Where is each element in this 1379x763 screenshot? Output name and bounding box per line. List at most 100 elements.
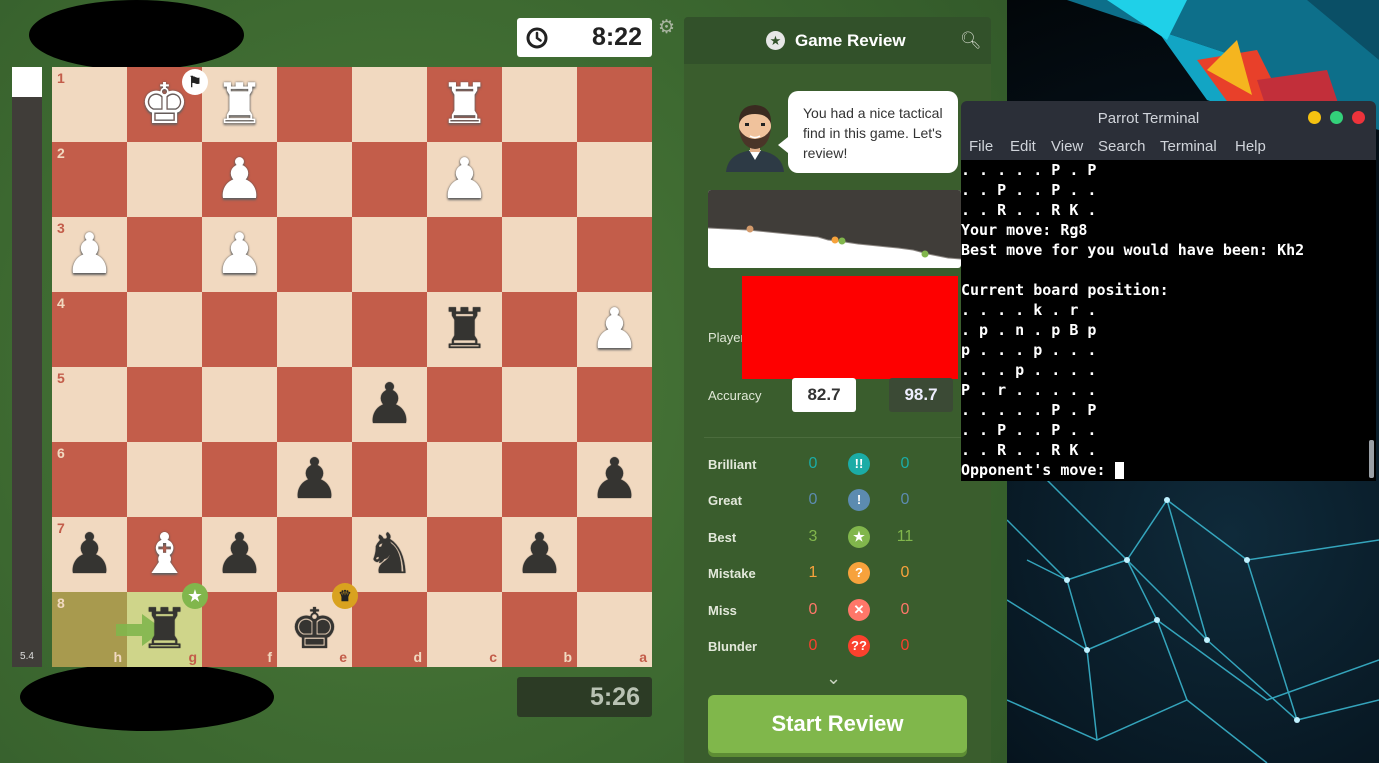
square-c7[interactable]: [427, 517, 502, 592]
square-f6[interactable]: [202, 442, 277, 517]
square-g4[interactable]: [127, 292, 202, 367]
white-pawn-c2[interactable]: ♟: [427, 142, 502, 217]
graph-marker[interactable]: [746, 225, 754, 233]
square-g2[interactable]: [127, 142, 202, 217]
square-d2[interactable]: [352, 142, 427, 217]
black-pawn-e6[interactable]: ♟: [277, 442, 352, 517]
white-count: 0: [808, 455, 818, 472]
square-h2[interactable]: 2: [52, 142, 127, 217]
rank-label: 2: [57, 145, 65, 161]
black-rook-c4[interactable]: ♜: [427, 292, 502, 367]
start-review-button[interactable]: Start Review: [708, 695, 967, 753]
black-pawn-f7[interactable]: ♟: [202, 517, 277, 592]
terminal-cursor: [1114, 462, 1124, 479]
white-pawn-f2[interactable]: ♟: [202, 142, 277, 217]
chevron-down-icon[interactable]: ⌄: [826, 668, 841, 689]
graph-marker[interactable]: [838, 237, 846, 245]
terminal-prompt[interactable]: Opponent's move:: [961, 460, 1366, 480]
square-b6[interactable]: [502, 442, 577, 517]
square-h4[interactable]: 4: [52, 292, 127, 367]
opponent-clock: 8:22: [517, 18, 652, 57]
square-a2[interactable]: [577, 142, 652, 217]
square-d8[interactable]: d: [352, 592, 427, 667]
square-e5[interactable]: [277, 367, 352, 442]
square-f4[interactable]: [202, 292, 277, 367]
terminal-menu-terminal[interactable]: Terminal: [1160, 138, 1217, 155]
gear-icon[interactable]: ⚙: [658, 16, 675, 39]
square-b2[interactable]: [502, 142, 577, 217]
blunder-icon: ??: [848, 635, 870, 657]
classification-label: Blunder: [708, 639, 758, 654]
white-rook-c1[interactable]: ♜: [427, 67, 502, 142]
chess-board[interactable]: 1 2 3 4 5 6 7 8 h g f e d c b a ♚ ♜ ♜ ♟ ♟ ♟ ♟ ♜ ♟ ♟ ♟ ♟ ♟ ♝ ♟ ♞ ♟ ♜ ♚ ⚑ ★ ♛: [52, 67, 652, 667]
square-e2[interactable]: [277, 142, 352, 217]
miss-icon: ✕: [848, 599, 870, 621]
classification-label: Brilliant: [708, 457, 757, 472]
terminal-scrollbar[interactable]: [1366, 160, 1376, 481]
square-e4[interactable]: [277, 292, 352, 367]
black-pawn-b7[interactable]: ♟: [502, 517, 577, 592]
terminal-line: P . r . . . . .: [961, 381, 1097, 399]
square-d6[interactable]: [352, 442, 427, 517]
square-h6[interactable]: 6: [52, 442, 127, 517]
square-d3[interactable]: [352, 217, 427, 292]
square-c3[interactable]: [427, 217, 502, 292]
terminal-menu-edit[interactable]: Edit: [1010, 138, 1036, 155]
white-pawn-a4[interactable]: ♟: [577, 292, 652, 367]
clock-icon: [526, 27, 548, 48]
black-count: 0: [900, 601, 910, 618]
terminal-line: . . . . . P . P: [961, 161, 1097, 179]
white-pawn-f3[interactable]: ♟: [202, 217, 277, 292]
terminal-menu-search[interactable]: Search: [1098, 138, 1146, 155]
square-d4[interactable]: [352, 292, 427, 367]
great-icon: !: [848, 489, 870, 511]
square-g6[interactable]: [127, 442, 202, 517]
square-b3[interactable]: [502, 217, 577, 292]
square-a7[interactable]: [577, 517, 652, 592]
square-e1[interactable]: [277, 67, 352, 142]
graph-marker[interactable]: [831, 236, 839, 244]
square-b1[interactable]: [502, 67, 577, 142]
square-f8[interactable]: f: [202, 592, 277, 667]
terminal-window[interactable]: Parrot Terminal File Edit View Search Termin…: [961, 101, 1376, 481]
terminal-scroll-thumb[interactable]: [1369, 440, 1374, 478]
black-pawn-a6[interactable]: ♟: [577, 442, 652, 517]
square-g5[interactable]: [127, 367, 202, 442]
square-g3[interactable]: [127, 217, 202, 292]
file-label: h: [113, 649, 122, 665]
square-c5[interactable]: [427, 367, 502, 442]
terminal-output[interactable]: . . . . . P . P . . P . . P . . . . R . . …: [961, 160, 1366, 481]
player-clock-time: 5:26: [589, 682, 640, 711]
graph-marker[interactable]: [921, 250, 929, 258]
minimize-button[interactable]: [1308, 111, 1321, 124]
evaluation-graph[interactable]: [708, 190, 961, 268]
square-e7[interactable]: [277, 517, 352, 592]
square-a3[interactable]: [577, 217, 652, 292]
white-bishop-g7[interactable]: ♝: [127, 517, 202, 592]
black-knight-d7[interactable]: ♞: [352, 517, 427, 592]
white-pawn-h3[interactable]: ♟: [52, 217, 127, 292]
zoom-search-icon[interactable]: 🔍︎: [960, 31, 982, 51]
square-c8[interactable]: c: [427, 592, 502, 667]
square-a1[interactable]: [577, 67, 652, 142]
square-b5[interactable]: [502, 367, 577, 442]
black-pawn-d5[interactable]: ♟: [352, 367, 427, 442]
square-a8[interactable]: a: [577, 592, 652, 667]
terminal-menu-view[interactable]: View: [1051, 138, 1083, 155]
terminal-menu-help[interactable]: Help: [1235, 138, 1266, 155]
terminal-menu-file[interactable]: File: [969, 138, 993, 155]
close-button[interactable]: [1352, 111, 1365, 124]
black-pawn-h7[interactable]: ♟: [52, 517, 127, 592]
square-d1[interactable]: [352, 67, 427, 142]
square-b8[interactable]: b: [502, 592, 577, 667]
white-rook-f1[interactable]: ♜: [202, 67, 277, 142]
square-e3[interactable]: [277, 217, 352, 292]
maximize-button[interactable]: [1330, 111, 1343, 124]
square-c6[interactable]: [427, 442, 502, 517]
square-h1[interactable]: 1: [52, 67, 127, 142]
square-b4[interactable]: [502, 292, 577, 367]
square-a5[interactable]: [577, 367, 652, 442]
square-h5[interactable]: 5: [52, 367, 127, 442]
square-f5[interactable]: [202, 367, 277, 442]
